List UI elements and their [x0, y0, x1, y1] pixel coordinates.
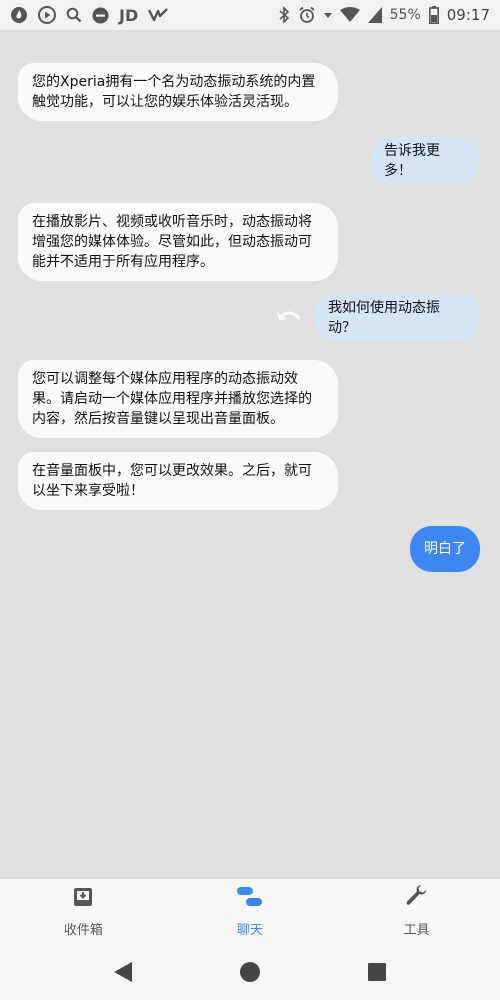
do-not-disturb-icon [92, 7, 109, 24]
search-icon [66, 7, 82, 23]
home-button[interactable] [230, 952, 270, 992]
clock-time: 09:17 [446, 6, 490, 24]
bot-message: 您的Xperia拥有一个名为动态振动系统的内置触觉功能，可以让您的娱乐体验活灵活… [18, 63, 338, 121]
screen: JD 55% 09:17 您的Xperia拥有一个名为动态振动系统的内置触觉功能… [0, 0, 500, 1000]
bluetooth-icon [278, 6, 290, 24]
user-message: 我如何使用动态振动？ [314, 295, 480, 341]
tab-chat-label: 聊天 [237, 923, 264, 938]
tab-inbox-label: 收件箱 [63, 923, 103, 938]
system-navigation-bar [0, 944, 500, 1000]
reply-button-understood[interactable]: 明白了 [410, 526, 480, 572]
wrench-icon [405, 885, 429, 913]
back-button[interactable] [103, 952, 143, 992]
bot-message: 您可以调整每个媒体应用程序的动态振动效果。请启动一个媒体应用程序并播放您选择的内… [18, 360, 338, 438]
tab-tools-label: 工具 [403, 923, 430, 938]
status-bar: JD 55% 09:17 [0, 0, 500, 30]
tab-inbox[interactable]: 收件箱 [0, 879, 167, 944]
data-arrow-icon [323, 11, 332, 19]
user-message: 告诉我更多！ [370, 138, 480, 184]
tab-tools[interactable]: 工具 [333, 879, 500, 944]
play-store-icon [38, 6, 56, 24]
inbox-icon [71, 885, 95, 913]
wifi-icon [339, 7, 360, 23]
signal-icon [367, 7, 382, 23]
jd-app-icon: JD [119, 5, 139, 25]
bot-message: 在播放影片、视频或收听音乐时，动态振动将增强您的媒体体验。尽管如此，但动态振动可… [18, 203, 338, 281]
vn-app-icon [148, 7, 169, 23]
chat-area[interactable]: 您的Xperia拥有一个名为动态振动系统的内置触觉功能，可以让您的娱乐体验活灵活… [0, 30, 500, 878]
chat-icon [236, 885, 264, 913]
battery-percent: 55% [389, 7, 421, 23]
status-bar-left: JD [10, 5, 169, 25]
undo-icon[interactable] [275, 306, 303, 330]
bottom-navigation: 收件箱 聊天 工具 [0, 878, 500, 944]
bot-message: 在音量面板中，您可以更改效果。之后，就可以坐下来享受啦！ [18, 452, 338, 510]
status-bar-right: 55% 09:17 [278, 6, 490, 24]
recents-button[interactable] [357, 952, 397, 992]
tab-chat[interactable]: 聊天 [167, 879, 334, 944]
alarm-icon [298, 6, 316, 24]
battery-icon [428, 6, 439, 24]
flame-app-icon [10, 6, 28, 24]
